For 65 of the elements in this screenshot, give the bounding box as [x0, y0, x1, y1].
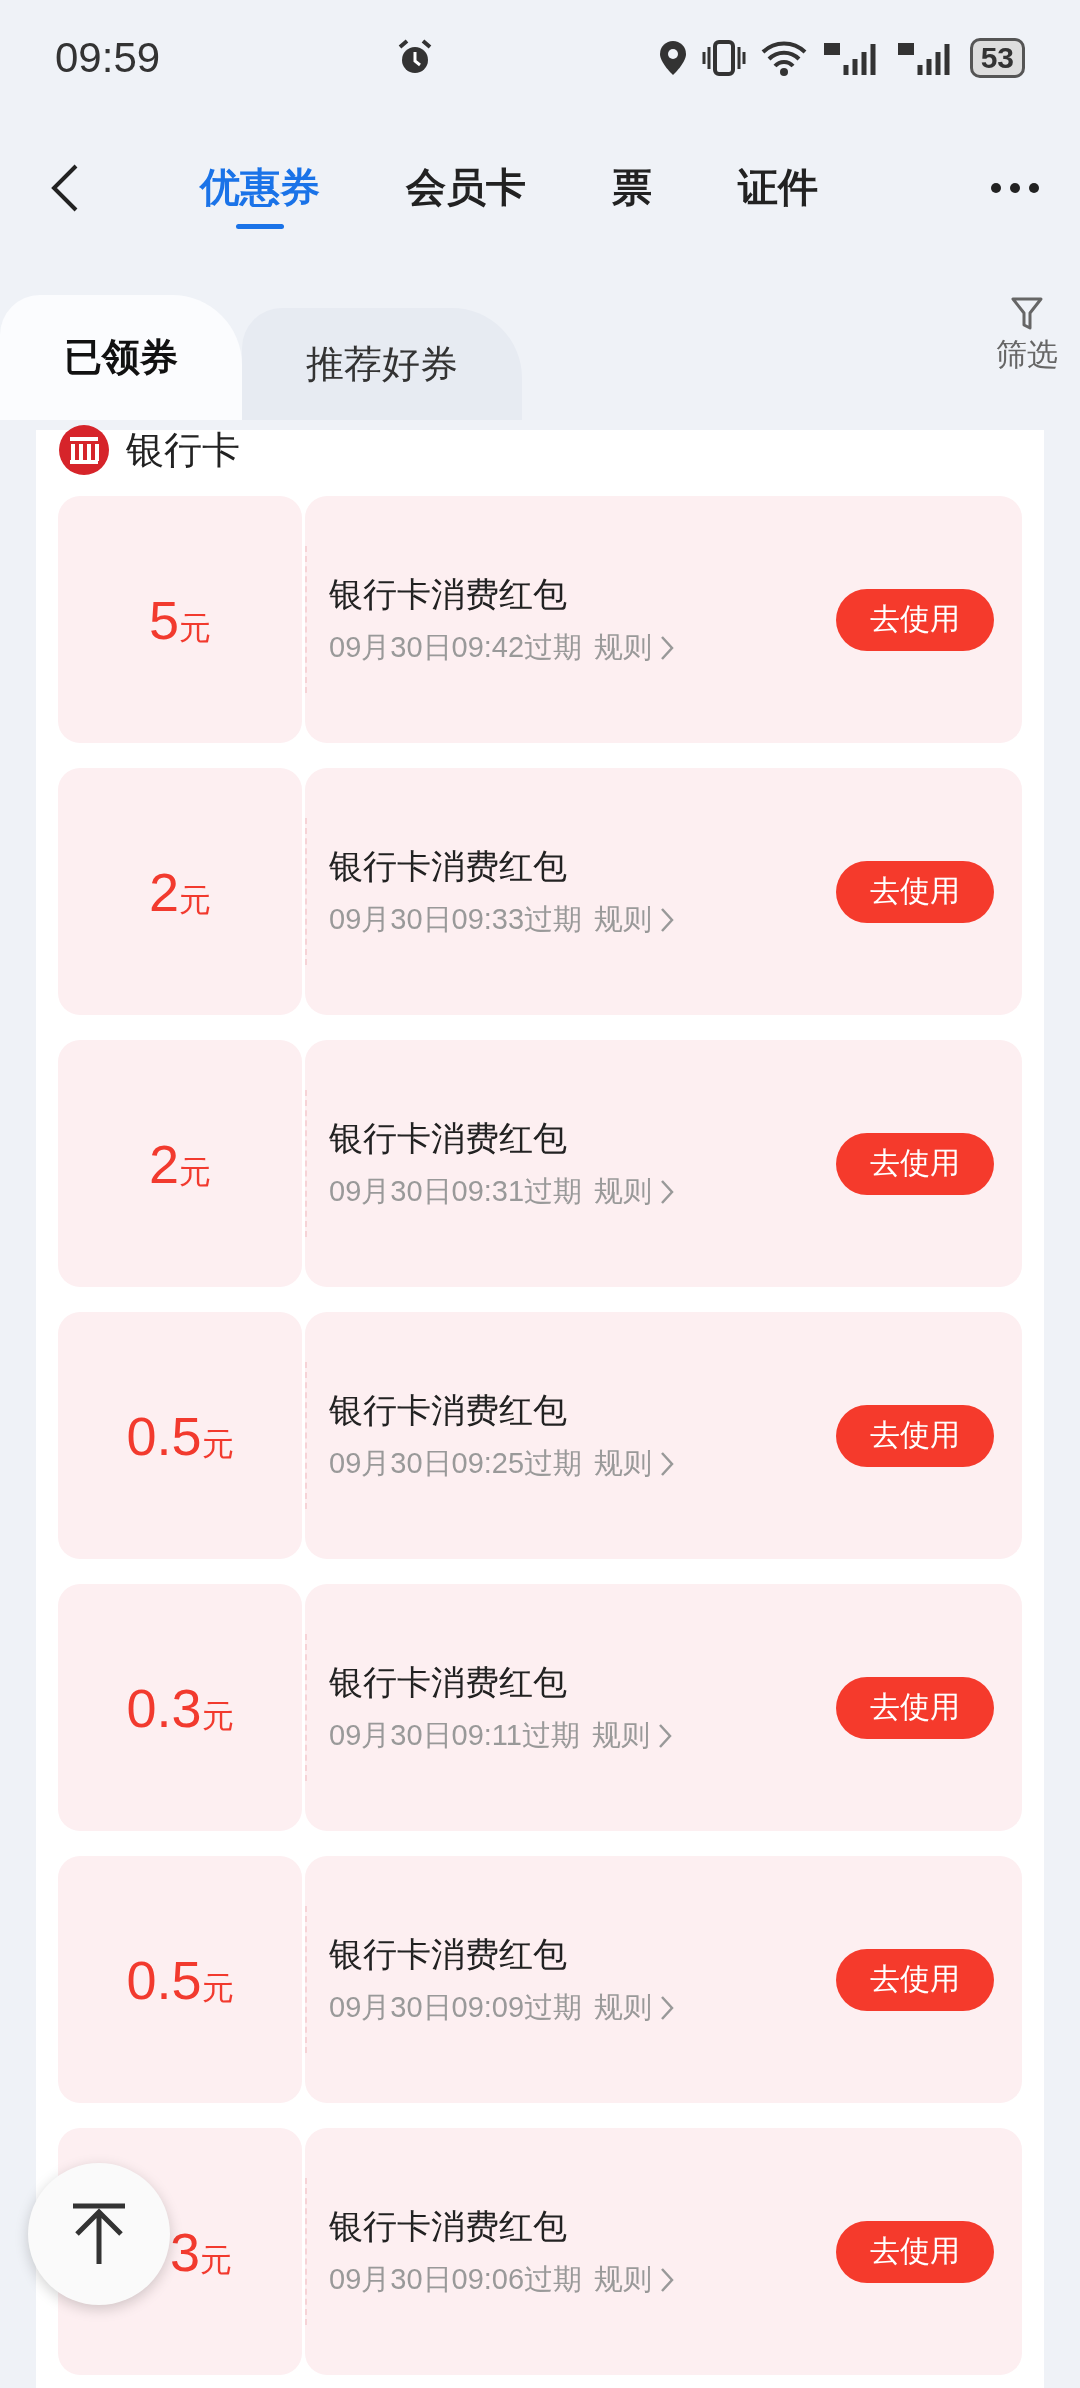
nav-tab[interactable]: 票	[612, 150, 652, 225]
rules-link[interactable]: 规则	[591, 1715, 650, 1756]
nav-tab[interactable]: 证件	[738, 150, 818, 225]
back-icon[interactable]	[50, 162, 80, 213]
use-button[interactable]: 去使用	[836, 588, 994, 651]
coupon-amount: 2	[148, 860, 179, 923]
arrow-up-icon	[71, 2202, 127, 2266]
more-icon[interactable]	[990, 181, 1040, 194]
chevron-right-icon[interactable]	[660, 1178, 675, 1205]
currency-unit: 元	[179, 608, 211, 648]
rules-link[interactable]: 规则	[594, 1443, 653, 1484]
coupon-title: 银行卡消费红包	[329, 1117, 568, 1159]
section-title: 银行卡	[126, 427, 240, 473]
coupon-title: 银行卡消费红包	[329, 1933, 568, 1975]
expiry-time: 09月30日09:25过期	[329, 1445, 583, 1481]
currency-unit: 元	[200, 2240, 233, 2280]
chevron-right-icon[interactable]	[660, 2266, 675, 2293]
currency-unit: 元	[201, 1696, 234, 1736]
coupon-amount: 0.5	[126, 1948, 202, 2011]
chevron-right-icon[interactable]	[660, 634, 675, 661]
coupon-title: 银行卡消费红包	[329, 2205, 568, 2247]
use-button[interactable]: 去使用	[836, 1404, 994, 1467]
coupon-title: 银行卡消费红包	[329, 845, 568, 887]
rules-link[interactable]: 规则	[594, 2259, 653, 2300]
use-button[interactable]: 去使用	[836, 1132, 994, 1195]
currency-unit: 元	[179, 1152, 211, 1192]
use-button[interactable]: 去使用	[836, 1948, 994, 2011]
expiry-time: 09月30日09:11过期	[329, 1717, 580, 1753]
location-icon	[657, 38, 688, 77]
chevron-right-icon[interactable]	[660, 1450, 675, 1477]
coupon-amount: 0.5	[126, 1404, 202, 1467]
rules-link[interactable]: 规则	[594, 899, 653, 940]
coupon-title: 银行卡消费红包	[329, 1661, 568, 1703]
expiry-time: 09月30日09:42过期	[329, 629, 583, 665]
coupon-amount: 2	[148, 1132, 179, 1195]
coupon-amount: 0.3	[126, 1676, 202, 1739]
battery-level: 53	[969, 37, 1025, 78]
rules-link[interactable]: 规则	[594, 1987, 653, 2028]
expiry-time: 09月30日09:09过期	[329, 1989, 583, 2025]
rules-link[interactable]: 规则	[594, 627, 653, 668]
coupon-tab[interactable]: 推荐好券	[242, 308, 522, 420]
vibrate-icon	[701, 38, 746, 77]
nav-tab[interactable]: 会员卡	[406, 150, 526, 225]
rules-link[interactable]: 规则	[594, 1171, 653, 1212]
use-button[interactable]: 去使用	[836, 2220, 994, 2283]
chevron-right-icon[interactable]	[660, 1994, 675, 2021]
use-button[interactable]: 去使用	[836, 860, 994, 923]
expiry-time: 09月30日09:06过期	[329, 2261, 583, 2297]
chevron-right-icon[interactable]	[660, 906, 675, 933]
coupon-tab[interactable]: 已领券	[0, 295, 242, 420]
coupon-amount: 3	[170, 2220, 201, 2283]
coupon-title: 银行卡消费红包	[329, 573, 568, 615]
currency-unit: 元	[201, 1968, 234, 2008]
expiry-time: 09月30日09:33过期	[329, 901, 583, 937]
currency-unit: 元	[201, 1424, 234, 1464]
expiry-time: 09月30日09:31过期	[329, 1173, 583, 1209]
filter-label[interactable]: 筛选	[996, 334, 1058, 376]
coupon-amount: 5	[148, 588, 179, 651]
chevron-right-icon[interactable]	[657, 1722, 672, 1749]
currency-unit: 元	[179, 880, 211, 920]
wifi-icon	[759, 38, 808, 77]
filter-icon[interactable]	[1010, 296, 1044, 332]
use-button[interactable]: 去使用	[836, 1676, 994, 1739]
status-time: 09:59	[55, 33, 161, 82]
coupon-title: 银行卡消费红包	[329, 1389, 568, 1431]
